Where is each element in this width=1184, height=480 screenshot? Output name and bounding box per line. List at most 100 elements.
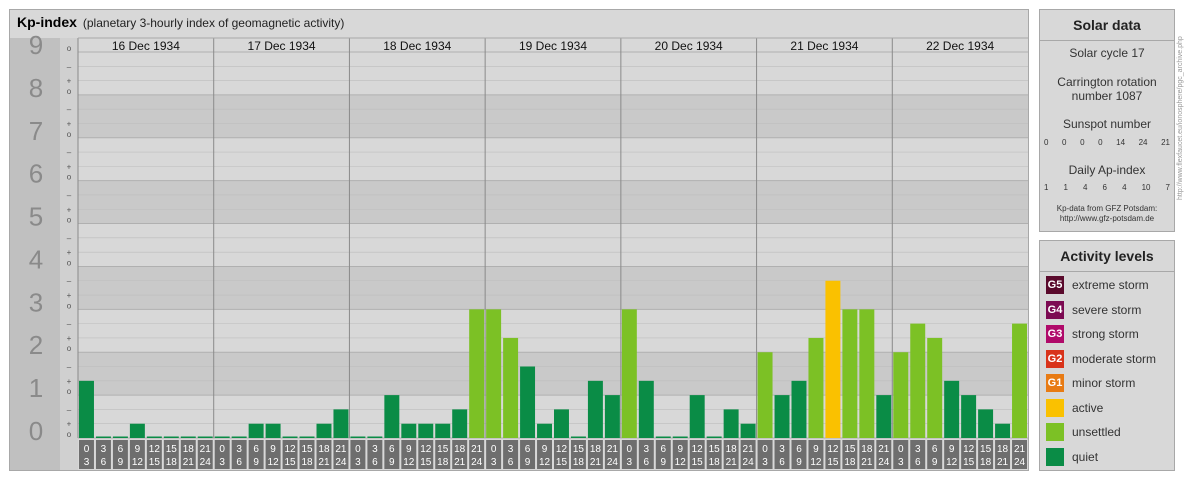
kp-bar	[486, 309, 502, 438]
minor-tick-label: o	[67, 130, 72, 139]
kp-bar	[961, 395, 977, 438]
kp-bar	[757, 352, 773, 438]
hour-start-label: 18	[590, 444, 602, 455]
hour-start-label: 3	[236, 444, 242, 455]
hour-end-label: 15	[420, 457, 432, 468]
ap-value: 6	[1102, 183, 1107, 192]
minor-tick-label: o	[67, 216, 72, 225]
kp-bar	[825, 280, 841, 438]
minor-tick-label: o	[67, 87, 72, 96]
activity-levels-panel: Activity levels G5 extreme storm G4 severe …	[1039, 240, 1175, 471]
ap-value: 7	[1165, 183, 1170, 192]
hour-start-label: 0	[219, 444, 225, 455]
level-label: strong storm	[1072, 327, 1139, 341]
hour-end-label: 6	[372, 457, 378, 468]
credit-link[interactable]: http://www.gfz-potsdam.de	[1040, 214, 1174, 224]
hour-end-label: 15	[692, 457, 704, 468]
minor-tick-label: o	[67, 44, 72, 53]
chart-title-text: Kp-index	[17, 14, 77, 30]
level-swatch: G4	[1046, 300, 1064, 319]
hour-end-label: 21	[997, 457, 1009, 468]
level-swatch	[1046, 447, 1064, 466]
hour-end-label: 18	[166, 457, 178, 468]
level-swatch	[1046, 423, 1064, 441]
minor-tick-label: o	[67, 430, 72, 439]
hour-end-label: 18	[437, 457, 449, 468]
kp-bar	[146, 436, 162, 438]
y-tick-label: 3	[29, 287, 43, 317]
hour-end-label: 6	[779, 457, 785, 468]
level-label: extreme storm	[1072, 278, 1149, 292]
hour-start-label: 0	[84, 444, 90, 455]
kp-bar	[893, 352, 909, 438]
minor-tick-label: o	[67, 344, 72, 353]
hour-end-label: 21	[183, 457, 195, 468]
kp-bar	[570, 436, 586, 438]
kp-bar	[265, 423, 281, 438]
hour-end-label: 3	[491, 457, 497, 468]
activity-level-item: active	[1046, 398, 1103, 418]
kp-bar	[978, 409, 994, 438]
hour-end-label: 18	[573, 457, 585, 468]
ap-value: 1	[1044, 183, 1049, 192]
kp-bar	[503, 337, 519, 438]
hour-start-label: 18	[861, 444, 873, 455]
hour-start-label: 15	[166, 444, 178, 455]
kp-bar	[95, 436, 111, 438]
day-label: 22 Dec 1934	[926, 39, 994, 53]
hour-end-label: 15	[827, 457, 839, 468]
kp-bar	[282, 436, 298, 438]
kp-bar	[418, 423, 434, 438]
sunspot-value: 0	[1080, 138, 1085, 147]
credit-line1: Kp-data from GFZ Potsdam:	[1056, 204, 1158, 213]
sunspot-value: 21	[1161, 138, 1170, 147]
kp-bar	[621, 309, 637, 438]
activity-level-item: quiet	[1046, 447, 1098, 467]
kp-bar	[180, 436, 196, 438]
hour-start-label: 6	[660, 444, 666, 455]
hour-start-label: 12	[420, 444, 432, 455]
activity-level-item: G2 moderate storm	[1046, 349, 1156, 369]
hour-start-label: 6	[932, 444, 938, 455]
hour-start-label: 9	[406, 444, 412, 455]
activity-level-item: G5 extreme storm	[1046, 275, 1149, 295]
hour-start-label: 9	[949, 444, 955, 455]
level-swatch: G5	[1046, 276, 1064, 294]
minor-tick-label: o	[67, 301, 72, 310]
hour-end-label: 9	[253, 457, 259, 468]
side-url[interactable]: http://www.flexfaucet.eu/ionosphere/pgc_…	[1177, 36, 1184, 200]
hour-end-label: 18	[844, 457, 856, 468]
kp-bar	[248, 423, 264, 438]
ap-value: 10	[1141, 183, 1151, 192]
solar-data-panel: Solar data Solar cycle 17 Carrington rot…	[1039, 9, 1175, 232]
kp-bar	[469, 309, 485, 438]
hour-start-label: 15	[437, 444, 449, 455]
hour-start-label: 18	[997, 444, 1009, 455]
kp-bar	[859, 309, 875, 438]
kp-bar	[672, 436, 688, 438]
activity-level-item: G4 severe storm	[1046, 300, 1141, 320]
kp-bar	[367, 436, 383, 438]
minor-tick-label: –	[67, 105, 72, 114]
hour-start-label: 6	[118, 444, 124, 455]
hour-start-label: 9	[813, 444, 819, 455]
level-swatch: G2	[1046, 349, 1064, 368]
kp-bar	[163, 436, 179, 438]
y-tick-label: 4	[29, 244, 43, 274]
kp-bar	[808, 337, 824, 438]
kp-bar	[723, 409, 739, 438]
hour-end-label: 6	[508, 457, 514, 468]
hour-end-label: 3	[627, 457, 633, 468]
kp-bar	[231, 436, 247, 438]
kp-bar	[401, 423, 417, 438]
hour-end-label: 3	[762, 457, 768, 468]
y-tick-label: 9	[29, 30, 43, 60]
minor-tick-label: +	[67, 162, 72, 171]
hour-start-label: 9	[135, 444, 141, 455]
kp-band	[78, 52, 1028, 95]
y-tick-label: 0	[29, 416, 43, 446]
hour-start-label: 21	[743, 444, 755, 455]
kp-band	[78, 180, 1028, 224]
hour-start-label: 18	[183, 444, 195, 455]
hour-start-label: 3	[508, 444, 514, 455]
